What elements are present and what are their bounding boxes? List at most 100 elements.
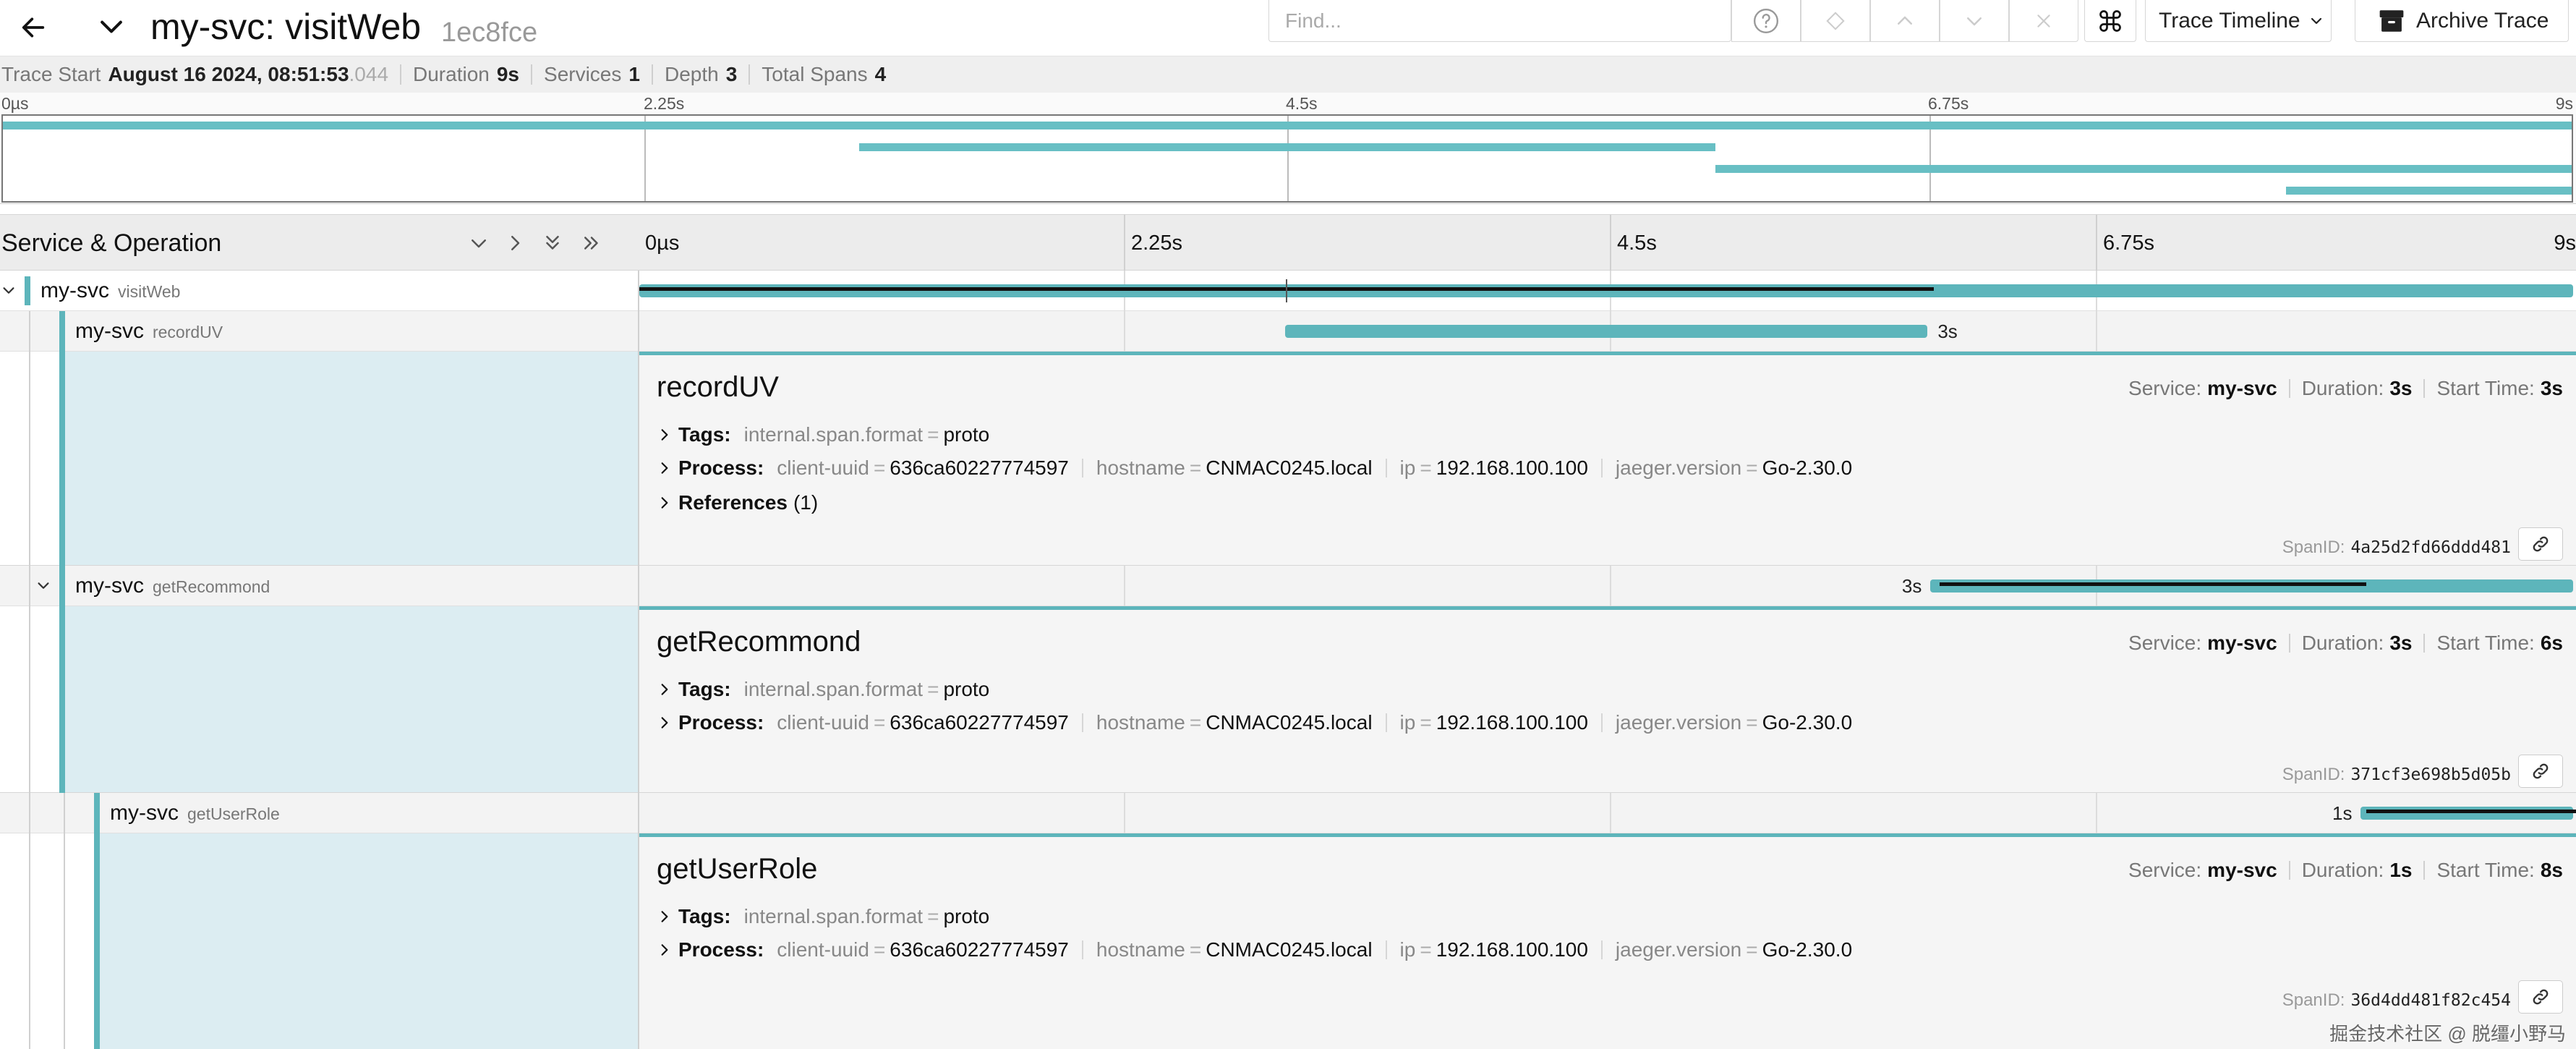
process-label: Process:: [678, 938, 764, 961]
references-count: (1): [793, 491, 819, 514]
chevron-right-icon: [511, 236, 520, 250]
row-gridline: [1610, 566, 1611, 606]
expand-toggle[interactable]: [33, 576, 54, 596]
trace-start-label: Trace Start: [1, 63, 101, 85]
chevron-up-icon: [1898, 16, 1912, 25]
duration-label: Duration:: [2301, 377, 2384, 399]
span-row-recorduv[interactable]: my-svc recordUV 3s: [0, 311, 2576, 352]
chevron-down-icon: [1967, 17, 1982, 25]
process-key: ip: [1399, 456, 1416, 479]
expand-toggle[interactable]: [0, 281, 17, 301]
tags-row[interactable]: Tags: internal.span.format = proto: [655, 423, 989, 446]
span-row-getrecommond[interactable]: my-svc getRecommond 3s: [0, 566, 2576, 606]
view-mode-select[interactable]: Trace Timeline: [2145, 0, 2332, 42]
operation-name: getRecommond: [152, 577, 270, 596]
copy-link-button[interactable]: [2518, 755, 2563, 788]
clear-search-button[interactable]: [2009, 0, 2078, 42]
span-row-getuserrole[interactable]: my-svc getUserRole 1s: [0, 793, 2576, 833]
collapse-all-button[interactable]: [537, 227, 568, 259]
chevron-down-icon: [472, 239, 486, 248]
span-bar[interactable]: [639, 284, 2573, 297]
link-icon: [2533, 989, 2549, 1005]
process-key: ip: [1399, 711, 1416, 734]
tree-indent-line: [29, 311, 30, 352]
detail-gutter: [0, 833, 639, 1049]
help-icon: [1753, 8, 1779, 33]
process-key: jaeger.version: [1615, 456, 1742, 479]
divider: [2423, 379, 2426, 398]
copy-link-button[interactable]: [2518, 527, 2563, 561]
trace-minimap[interactable]: 0µs 2.25s 4.5s 6.75s 9s: [0, 93, 2576, 204]
divider: [749, 64, 751, 85]
span-name[interactable]: my-svc getUserRole: [110, 793, 280, 833]
span-name[interactable]: my-svc getRecommond: [75, 566, 270, 606]
process-value: 192.168.100.100: [1436, 711, 1588, 734]
depth-label: Depth: [664, 63, 719, 85]
equals-sign: =: [873, 456, 886, 479]
process-value: 636ca60227774597: [890, 711, 1069, 734]
search-input[interactable]: [1269, 0, 1731, 41]
tree-indent-line: [29, 793, 30, 833]
service-color-bar: [59, 311, 65, 352]
next-match-button[interactable]: [1940, 0, 2009, 42]
expand-one-button[interactable]: [499, 227, 531, 259]
timeline-tick: 2.25s: [1124, 215, 1182, 271]
minimap-span-bar: [3, 122, 2572, 129]
process-key: ip: [1399, 938, 1416, 961]
minimap-span-bar: [1715, 165, 2572, 173]
column-divider[interactable]: [638, 271, 639, 1049]
span-bar[interactable]: [1284, 325, 1928, 338]
references-row[interactable]: References (1): [655, 491, 818, 514]
keyboard-shortcuts-button[interactable]: [2084, 0, 2136, 42]
find-box[interactable]: [1268, 0, 1731, 42]
span-name[interactable]: my-svc recordUV: [75, 311, 223, 352]
collapse-trace-button[interactable]: [88, 4, 135, 51]
process-value: CNMAC0245.local: [1206, 711, 1373, 734]
copy-link-button[interactable]: [2518, 980, 2563, 1014]
process-row[interactable]: Process: client-uuid = 636ca60227774597 ho…: [655, 938, 1852, 961]
process-key: hostname: [1096, 456, 1185, 479]
row-gridline: [1124, 311, 1125, 352]
span-bar[interactable]: [2360, 807, 2573, 820]
timeline-tick: 9s: [2554, 232, 2576, 255]
process-row[interactable]: Process: client-uuid = 636ca60227774597 ho…: [655, 456, 1852, 480]
timeline-tick: 4.5s: [1610, 215, 1657, 271]
chevron-right-icon: [655, 428, 674, 442]
detail-highlight: [100, 833, 639, 1049]
expand-all-button[interactable]: [576, 227, 607, 259]
service-label: Service:: [2128, 632, 2202, 654]
process-value: 192.168.100.100: [1436, 938, 1588, 961]
chevron-down-icon: [3, 287, 14, 294]
timeline-header: Service & Operation 0µs 2.25s 4.5s 6.75s…: [0, 214, 2576, 271]
service-label: Service:: [2128, 859, 2202, 881]
find-options-button[interactable]: [1801, 0, 1870, 42]
span-name[interactable]: my-svc visitWeb: [40, 271, 180, 311]
minimap-span-bar: [859, 143, 1715, 151]
tags-row[interactable]: Tags: internal.span.format = proto: [655, 678, 989, 701]
duration-value: 9s: [496, 63, 520, 85]
divider: [400, 64, 402, 85]
process-row[interactable]: Process: client-uuid = 636ca60227774597 ho…: [655, 711, 1852, 734]
tags-row[interactable]: Tags: internal.span.format = proto: [655, 905, 989, 928]
equals-sign: =: [873, 711, 886, 734]
back-button[interactable]: [10, 4, 56, 51]
operation-name: getUserRole: [187, 804, 280, 823]
span-row-visitweb[interactable]: my-svc visitWeb: [0, 271, 2576, 311]
chevron-right-icon: [655, 496, 674, 510]
divider: [1385, 713, 1387, 732]
process-key: hostname: [1096, 938, 1185, 961]
process-value: Go-2.30.0: [1762, 938, 1853, 961]
divider: [651, 64, 653, 85]
search-help-button[interactable]: [1731, 0, 1801, 42]
chevron-down-icon: [38, 582, 49, 589]
detail-body: getRecommond Service: my-svc Duration: 3s …: [639, 606, 2576, 792]
archive-trace-button[interactable]: Archive Trace: [2355, 0, 2569, 42]
prev-match-button[interactable]: [1870, 0, 1940, 42]
duration-value: 1s: [2389, 859, 2413, 881]
collapse-one-button[interactable]: [463, 227, 495, 259]
span-id-value: 36d4dd481f82c454: [2350, 991, 2511, 1010]
minimap-canvas[interactable]: [1, 114, 2573, 203]
process-key: hostname: [1096, 711, 1185, 734]
service-color-bar: [94, 833, 100, 1049]
span-bar[interactable]: [1930, 579, 2573, 593]
